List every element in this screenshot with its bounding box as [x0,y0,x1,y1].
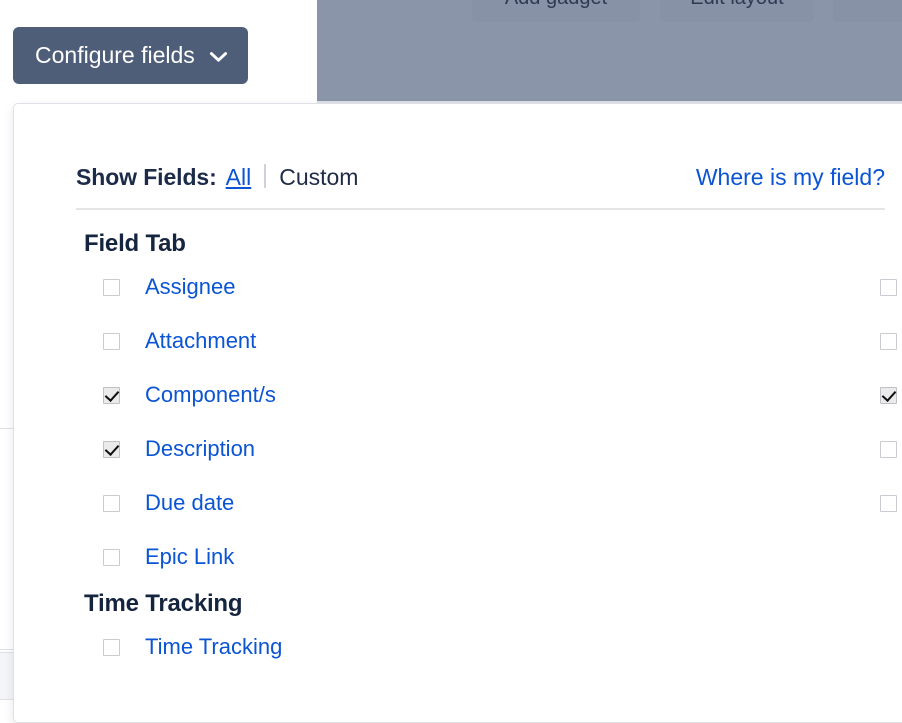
field-row-reporter[interactable]: Reporter [404,422,897,476]
field-columns: Time Tracking [14,620,902,674]
field-row-description[interactable]: Description [14,422,404,476]
configure-fields-label: Configure fields [35,42,195,68]
page-body-sliver [0,428,14,650]
page-footer-sliver [0,652,14,700]
field-row-due-date[interactable]: Due date [14,476,404,530]
show-fields-divider [264,164,267,188]
field-row-sprint[interactable]: Sprint [404,476,897,530]
checkbox-description[interactable] [103,440,120,458]
field-row-epic-link[interactable]: Epic Link [14,530,404,584]
field-group-heading: Time Tracking [84,590,243,617]
configure-fields-button[interactable]: Configure fields [13,27,248,84]
field-row-attachment[interactable]: Attachment [14,314,404,368]
show-fields-custom-link[interactable]: Custom [279,164,358,191]
checkbox-fix-versions[interactable] [880,278,897,296]
field-row-components[interactable]: Component/s [14,368,404,422]
fields-body: Field Tab Assignee Attachment Component/… [14,230,902,674]
checkbox-components[interactable] [103,386,120,404]
field-label-epic-link[interactable]: Epic Link [145,544,234,570]
show-fields-all-link[interactable]: All [226,164,252,191]
checkbox-sprint[interactable] [880,494,897,512]
field-column-left: Assignee Attachment Component/s Descript… [14,260,404,584]
show-fields-label: Show Fields: [76,164,217,190]
field-row-labels[interactable]: Labels [404,314,897,368]
field-label-description[interactable]: Description [145,436,255,462]
add-gadget-button[interactable]: Add gadget [472,0,640,22]
show-fields-controls: Show Fields: All Custom [76,161,358,191]
field-column-right: Fix Version/s Labels Priority Re [404,260,897,584]
checkbox-assignee[interactable] [103,278,120,296]
checkbox-epic-link[interactable] [103,548,120,566]
field-group-time-tracking: Time Tracking Time Tracking [14,590,902,674]
edit-layout-button[interactable]: Edit layout [660,0,814,22]
show-fields-header: Show Fields: All Custom Where is my fiel… [76,161,885,210]
field-row-assignee[interactable]: Assignee [14,260,404,314]
extra-button[interactable] [833,0,902,22]
checkbox-reporter[interactable] [880,440,897,458]
field-label-due-date[interactable]: Due date [145,490,234,516]
field-label-components[interactable]: Component/s [145,382,276,408]
checkbox-time-tracking[interactable] [103,638,120,656]
field-row-fix-versions[interactable]: Fix Version/s [404,260,897,314]
configure-fields-dropdown-panel: Show Fields: All Custom Where is my fiel… [13,103,902,723]
checkbox-labels[interactable] [880,332,897,350]
checkbox-priority[interactable] [880,386,897,404]
field-label-assignee[interactable]: Assignee [145,274,236,300]
field-label-time-tracking[interactable]: Time Tracking [145,634,282,660]
field-column-left: Time Tracking [14,620,282,674]
field-group-field-tab: Field Tab Assignee Attachment Component/… [14,230,902,584]
chevron-down-icon [209,48,228,63]
checkbox-attachment[interactable] [103,332,120,350]
field-columns: Assignee Attachment Component/s Descript… [14,260,902,584]
field-group-heading: Field Tab [84,230,186,257]
where-is-my-field-link[interactable]: Where is my field? [696,164,885,191]
field-label-attachment[interactable]: Attachment [145,328,256,354]
field-row-time-tracking[interactable]: Time Tracking [14,620,282,674]
field-row-priority[interactable]: Priority [404,368,897,422]
checkbox-due-date[interactable] [103,494,120,512]
